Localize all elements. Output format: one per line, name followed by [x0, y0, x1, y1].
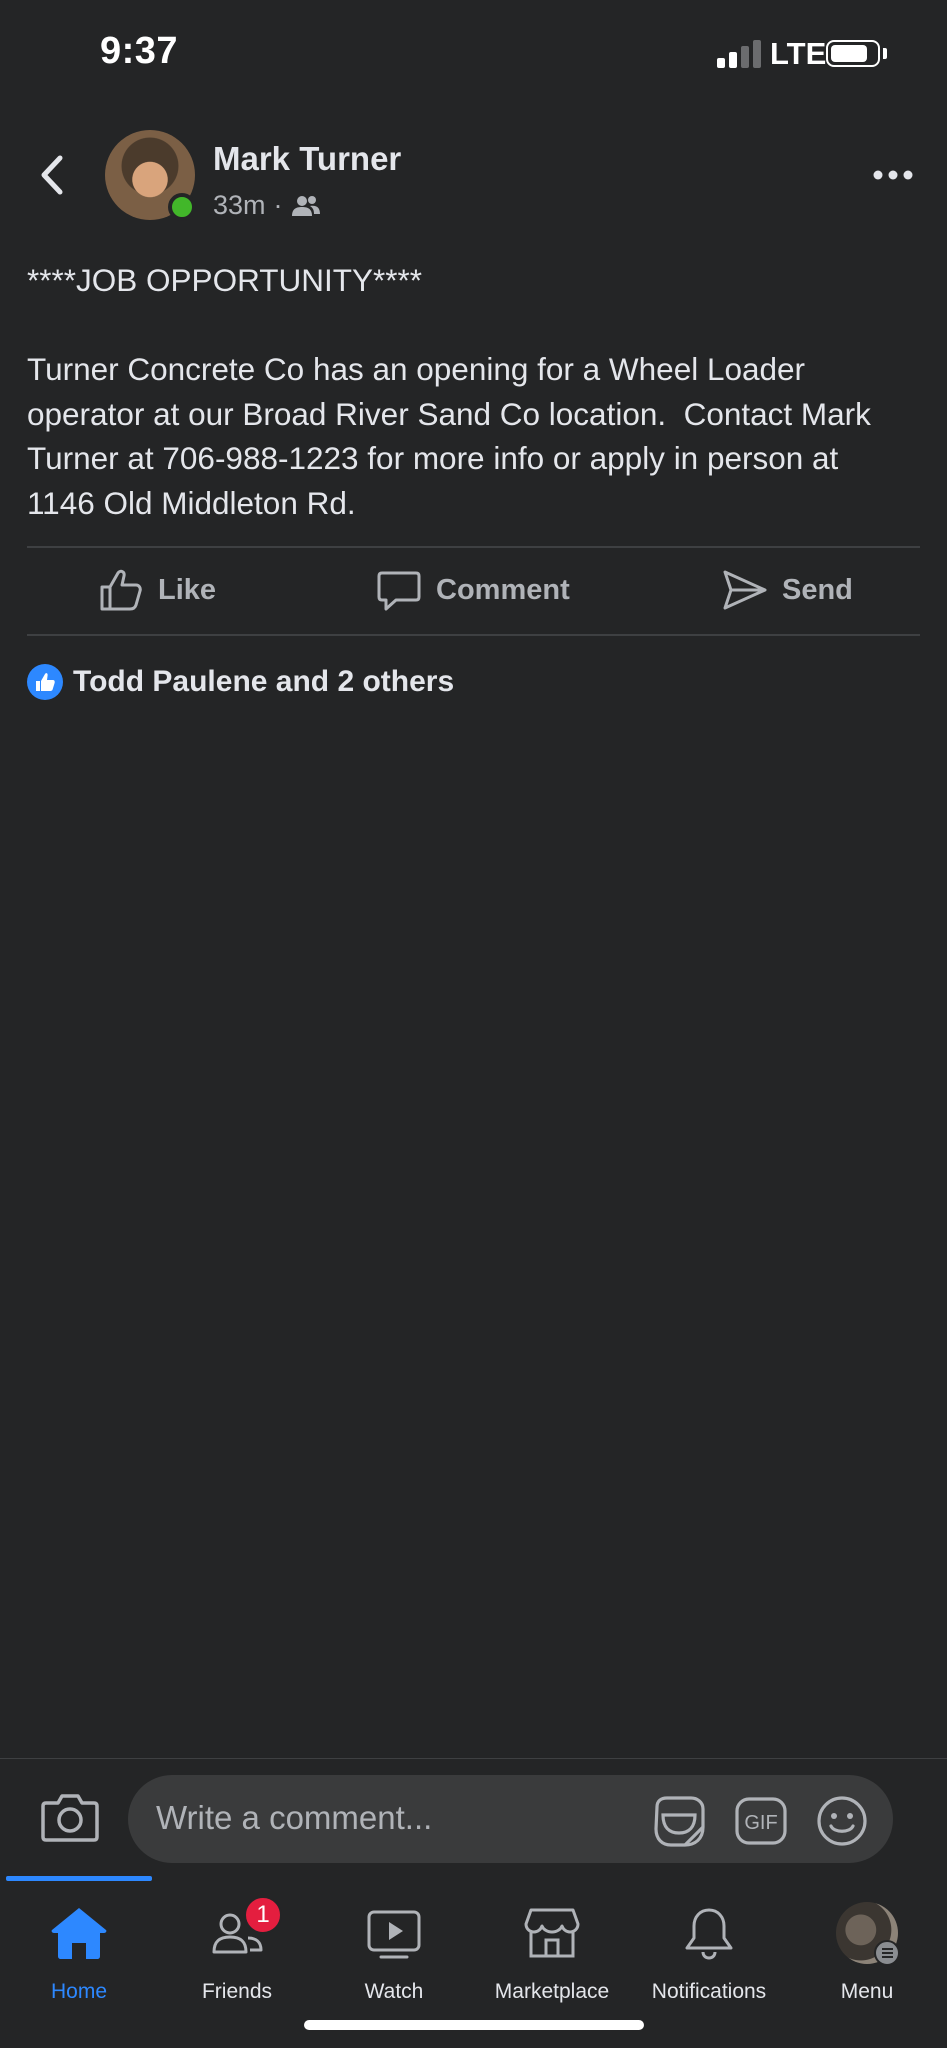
battery-icon [826, 40, 880, 67]
gif-icon[interactable]: GIF [733, 1793, 789, 1849]
reactions-summary[interactable]: Todd Paulene and 2 others [27, 664, 454, 700]
bell-icon [685, 1908, 733, 1960]
tab-watch-label: Watch [364, 1980, 424, 2003]
comment-button[interactable]: Comment [376, 565, 570, 615]
camera-icon [41, 1794, 99, 1842]
chevron-left-icon [41, 155, 63, 195]
tab-notifications-label: Notifications [651, 1980, 767, 2003]
camera-button[interactable] [40, 1789, 100, 1845]
home-indicator [304, 2020, 644, 2030]
comment-label: Comment [436, 573, 570, 606]
reactions-text: Todd Paulene and 2 others [73, 665, 455, 698]
signal-strength-icon [717, 40, 763, 68]
friends-notification-badge: 1 [244, 1896, 282, 1934]
comment-bar: Write a comment... GIF [0, 1758, 947, 1876]
marketplace-icon [524, 1908, 580, 1958]
like-label: Like [158, 573, 217, 606]
meta-separator: · [273, 190, 283, 220]
profile-avatar [836, 1902, 900, 1966]
status-time: 9:37 [100, 30, 179, 72]
tab-home[interactable]: Home [0, 1896, 158, 2006]
send-button[interactable]: Send [722, 565, 853, 615]
svg-text:GIF: GIF [744, 1812, 777, 1834]
tab-home-label: Home [50, 1980, 108, 2003]
author-name[interactable]: Mark Turner [213, 140, 401, 178]
divider [27, 546, 920, 548]
active-tab-indicator [6, 1876, 152, 1881]
hamburger-icon [874, 1940, 900, 1966]
post-body-text: ****JOB OPPORTUNITY**** Turner Concrete … [27, 262, 871, 521]
tab-friends-label: Friends [201, 1980, 273, 2003]
avatar-sticker-icon[interactable] [651, 1793, 707, 1849]
comment-bubble-icon [377, 571, 421, 611]
back-button[interactable] [32, 150, 72, 200]
emoji-icon[interactable] [814, 1793, 870, 1849]
tab-menu-label: Menu [840, 1980, 894, 2003]
tab-friends[interactable]: 1 Friends [158, 1896, 316, 2006]
tab-watch[interactable]: Watch [315, 1896, 473, 2006]
like-button[interactable]: Like [98, 565, 216, 615]
tab-notifications[interactable]: Notifications [630, 1896, 788, 2006]
like-icon [27, 664, 63, 700]
status-bar: 9:37 LTE [0, 0, 947, 110]
more-options-button[interactable] [870, 160, 916, 190]
more-dots-icon [873, 170, 913, 180]
home-icon [51, 1908, 107, 1959]
send-label: Send [782, 573, 853, 606]
network-type: LTE [770, 36, 827, 71]
tab-marketplace-label: Marketplace [494, 1980, 610, 2003]
comment-input[interactable]: Write a comment... GIF [128, 1775, 893, 1863]
watch-icon [367, 1910, 421, 1959]
online-status-dot [168, 193, 196, 221]
thumbs-up-icon [100, 569, 142, 611]
post-meta: 33m · [213, 190, 321, 221]
tab-menu[interactable]: Menu [788, 1896, 946, 2006]
divider [27, 634, 920, 636]
author-avatar[interactable] [105, 130, 196, 221]
send-icon [723, 570, 767, 610]
post-time[interactable]: 33m [213, 190, 266, 221]
friends-icon [291, 195, 320, 216]
tab-marketplace[interactable]: Marketplace [473, 1896, 631, 2006]
comment-placeholder: Write a comment... [156, 1799, 433, 1836]
